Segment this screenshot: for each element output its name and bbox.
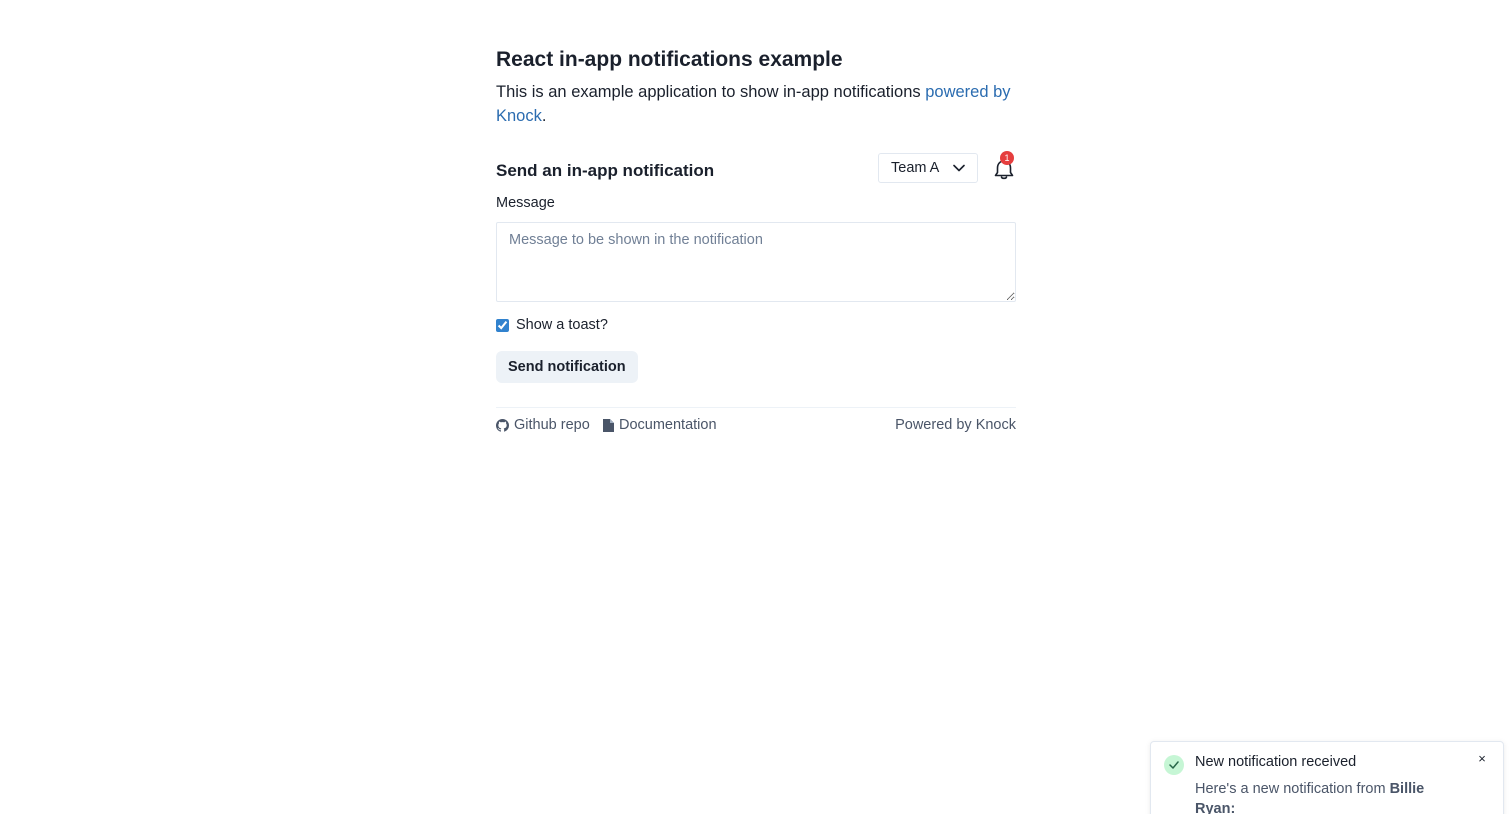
documentation-link[interactable]: Documentation <box>603 417 717 433</box>
footer: Github repo Documentation Powered by Kno… <box>496 417 1016 437</box>
send-section-header: Send an in-app notification Team A 1 <box>496 151 1016 193</box>
message-label: Message <box>496 195 555 211</box>
powered-by-knock-footer-link[interactable]: Powered by Knock <box>895 417 1016 433</box>
page: React in-app notifications example This … <box>0 0 1512 814</box>
github-repo-label: Github repo <box>514 417 590 433</box>
document-icon <box>603 418 614 432</box>
toast-body-prefix: Here's a new notification from <box>1195 781 1390 797</box>
bell-icon <box>992 160 1016 186</box>
message-input[interactable] <box>496 222 1016 302</box>
intro-text: This is an example application to show i… <box>496 83 926 101</box>
intro-paragraph: This is an example application to show i… <box>496 80 1016 128</box>
toast-title: New notification received <box>1195 754 1357 770</box>
documentation-label: Documentation <box>619 417 717 433</box>
footer-divider <box>496 407 1016 408</box>
toast-body: Here's a new notification from Billie Ry… <box>1195 779 1455 814</box>
show-toast-checkbox[interactable] <box>496 318 509 332</box>
toast-checkbox-row: Show a toast? <box>496 317 1016 333</box>
send-section-title: Send an in-app notification <box>496 161 715 180</box>
close-icon[interactable]: × <box>1475 752 1489 766</box>
page-title: React in-app notifications example <box>496 48 843 71</box>
team-select[interactable]: Team A <box>878 153 978 183</box>
intro-period: . <box>541 107 547 125</box>
notification-bell-button[interactable]: 1 <box>992 151 1016 182</box>
team-select-value: Team A <box>891 160 940 176</box>
chevron-down-icon <box>953 164 965 172</box>
notification-toast[interactable]: New notification received Here's a new n… <box>1150 741 1504 814</box>
notification-badge: 1 <box>1000 151 1014 165</box>
check-icon <box>1164 755 1184 775</box>
send-notification-button[interactable]: Send notification <box>496 351 638 383</box>
toast-body-suffix: : <box>1230 801 1236 814</box>
show-toast-label[interactable]: Show a toast? <box>516 317 608 333</box>
github-repo-link[interactable]: Github repo <box>496 417 590 433</box>
main-content: React in-app notifications example This … <box>496 44 1016 437</box>
github-icon <box>496 418 509 432</box>
